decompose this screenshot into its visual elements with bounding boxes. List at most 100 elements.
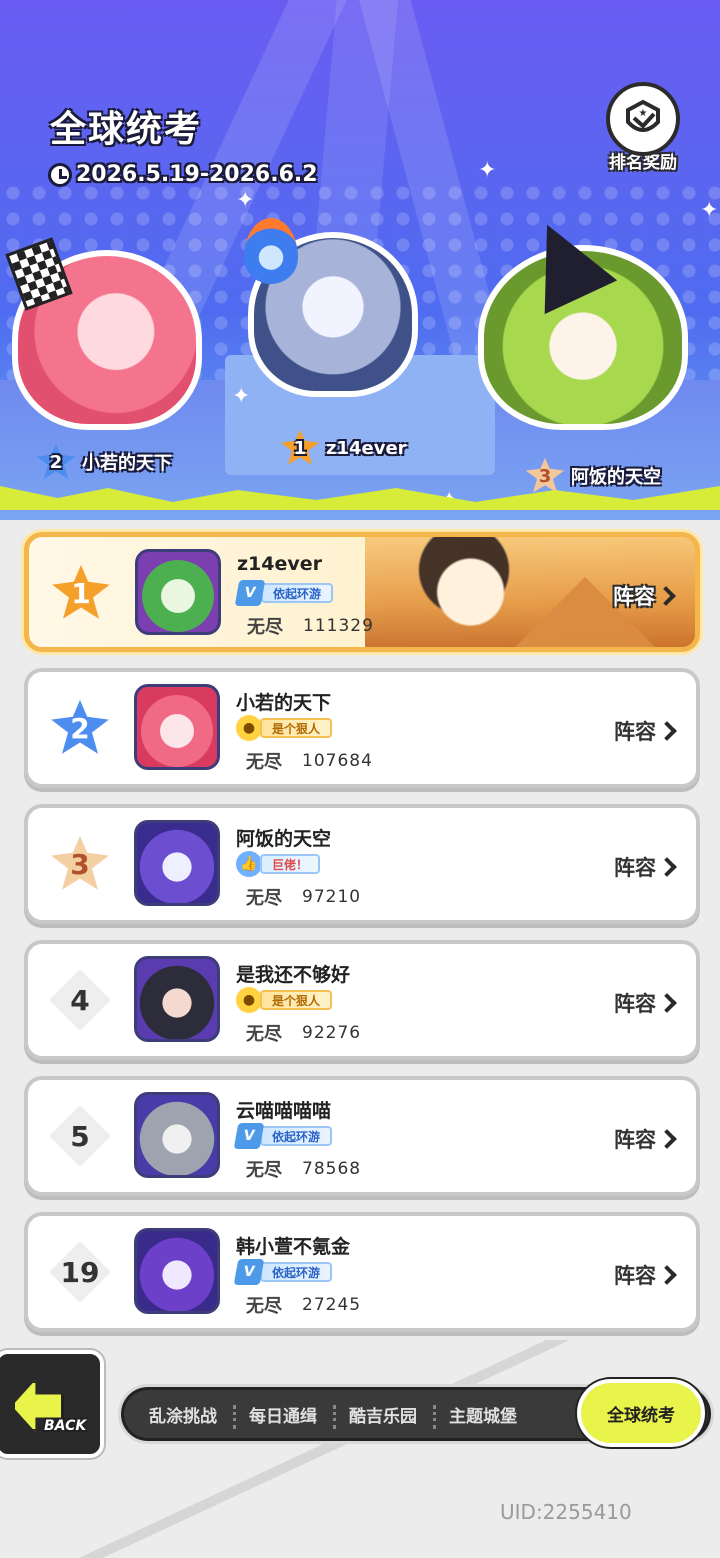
lineup-button[interactable]: 阵容	[614, 988, 677, 1018]
chick-icon: ●	[236, 987, 262, 1013]
podium-name: z14ever	[326, 437, 407, 459]
rank-star-icon: 3	[525, 458, 565, 493]
score-row: 无尽 97210	[246, 884, 361, 910]
player-name: 小若的天下	[236, 692, 332, 714]
score-value: 97210	[302, 887, 362, 907]
chevron-right-icon	[657, 721, 677, 741]
podium-label-2: 2 小若的天下	[36, 444, 172, 480]
podium-character-1[interactable]	[244, 218, 418, 397]
rank-badge: 19	[50, 1244, 110, 1300]
score-value: 78568	[302, 1159, 362, 1179]
event-date-range: 2026.5.19-2026.6.2	[48, 162, 318, 187]
player-title-tag: 👍 巨佬！	[236, 851, 321, 877]
score-row: 无尽 107684	[246, 748, 373, 774]
mode-label: 无尽	[246, 1024, 282, 1045]
score-row: 无尽 92276	[246, 1020, 361, 1046]
mode-label: 无尽	[246, 888, 282, 909]
lineup-button[interactable]: 阵容	[614, 716, 677, 746]
rank-badge: 4	[50, 972, 110, 1028]
lineup-label: 阵容	[614, 1128, 656, 1152]
ranking-row: 5 云喵喵喵喵 V 依起环游 无尽 78568 阵容	[24, 1076, 700, 1196]
rank-badge: 2	[51, 700, 109, 754]
sparkle-icon: ✦	[700, 198, 719, 223]
chevron-right-icon	[657, 1265, 677, 1285]
avatar[interactable]	[134, 1228, 220, 1314]
podium-name: 小若的天下	[82, 453, 172, 474]
tag-label: 巨佬！	[260, 854, 321, 874]
player-title-tag: ● 是个狠人	[236, 715, 333, 741]
podium-name: 阿饭的天空	[571, 467, 661, 488]
ranking-row: 1 z14ever V 依起环游 无尽 111329 阵容	[24, 532, 700, 652]
user-id: UID:2255410	[500, 1500, 632, 1524]
rank-badge: 5	[50, 1108, 110, 1164]
ranking-row: 4 是我还不够好 ● 是个狠人 无尽 92276 阵容	[24, 940, 700, 1060]
tag-label: 依起环游	[261, 583, 334, 603]
podium-label-3: 3 阿饭的天空	[525, 458, 661, 494]
tab-theme-castle[interactable]: 主题城堡	[433, 1387, 533, 1441]
player-name: 阿饭的天空	[236, 828, 332, 850]
lineup-label: 阵容	[613, 585, 655, 609]
back-button[interactable]: BACK	[0, 1350, 104, 1458]
chevron-right-icon	[657, 857, 677, 877]
tab-scribble-challenge[interactable]: 乱涂挑战	[133, 1387, 233, 1441]
lineup-button[interactable]: 阵容	[613, 581, 676, 611]
sparkle-icon: ✦	[478, 158, 497, 183]
tab-global-exam[interactable]: 全球统考	[577, 1379, 705, 1447]
tab-kuji-park[interactable]: 酷吉乐园	[333, 1387, 433, 1441]
chevron-right-icon	[656, 586, 676, 606]
avatar[interactable]	[134, 820, 220, 906]
score-value: 111329	[303, 616, 374, 636]
tag-label: 是个狠人	[260, 990, 333, 1010]
ranking-row: 2 小若的天下 ● 是个狠人 无尽 107684 阵容	[24, 668, 700, 788]
player-title-tag: V 依起环游	[233, 1123, 333, 1149]
page-title: 全球统考	[50, 109, 203, 150]
score-value: 92276	[302, 1023, 362, 1043]
player-name: 是我还不够好	[236, 964, 351, 986]
podium-character-2[interactable]	[5, 237, 202, 430]
avatar[interactable]	[135, 549, 221, 635]
avatar[interactable]	[134, 1092, 220, 1178]
sparkle-icon: ✦	[236, 188, 255, 213]
ranking-row: 3 阿饭的天空 👍 巨佬！ 无尽 97210 阵容	[24, 804, 700, 924]
lineup-label: 阵容	[614, 992, 656, 1016]
score-row: 无尽 111329	[247, 613, 374, 639]
avatar[interactable]	[134, 684, 220, 770]
date-text: 2026.5.19-2026.6.2	[76, 162, 318, 187]
mode-label: 无尽	[247, 617, 283, 638]
lineup-button[interactable]: 阵容	[614, 1124, 677, 1154]
lineup-label: 阵容	[614, 1264, 656, 1288]
player-title-tag: V 依起环游	[234, 580, 334, 606]
v-icon: V	[233, 1123, 265, 1149]
v-icon: V	[234, 580, 266, 606]
tab-daily-wanted[interactable]: 每日通缉	[233, 1387, 333, 1441]
rank-star-icon: 1	[280, 430, 320, 465]
clock-icon	[48, 162, 72, 187]
score-row: 无尽 27245	[246, 1292, 361, 1318]
chevron-right-icon	[657, 993, 677, 1013]
tag-label: 依起环游	[260, 1262, 333, 1282]
chevron-right-icon	[657, 1129, 677, 1149]
score-value: 107684	[302, 751, 373, 771]
player-name: 云喵喵喵喵	[236, 1100, 332, 1122]
mode-label: 无尽	[246, 1160, 282, 1181]
ranking-reward-button[interactable]: ★ 排名奖励	[596, 82, 690, 178]
rank-badge: 1	[52, 565, 110, 619]
header-banner: 全球统考 2026.5.19-2026.6.2 ★ 排名奖励 ✦ ✦ ✦ ✦ ✦…	[0, 0, 720, 520]
v-icon: V	[233, 1259, 265, 1285]
tag-label: 依起环游	[260, 1126, 333, 1146]
score-value: 27245	[302, 1295, 362, 1315]
lineup-button[interactable]: 阵容	[614, 852, 677, 882]
score-row: 无尽 78568	[246, 1156, 361, 1182]
player-name: z14ever	[237, 553, 323, 575]
rank-badge: 3	[51, 836, 109, 890]
podium-character-3[interactable]	[478, 207, 688, 430]
player-title-tag: V 依起环游	[233, 1259, 333, 1285]
lineup-label: 阵容	[614, 720, 656, 744]
svg-text:★: ★	[639, 108, 648, 119]
player-name: 韩小萱不氪金	[236, 1236, 351, 1258]
sparkle-icon: ✦	[232, 384, 251, 409]
player-title-tag: ● 是个狠人	[236, 987, 333, 1013]
lineup-button[interactable]: 阵容	[614, 1260, 677, 1290]
avatar[interactable]	[134, 956, 220, 1042]
trophy-icon: ★	[606, 82, 680, 156]
